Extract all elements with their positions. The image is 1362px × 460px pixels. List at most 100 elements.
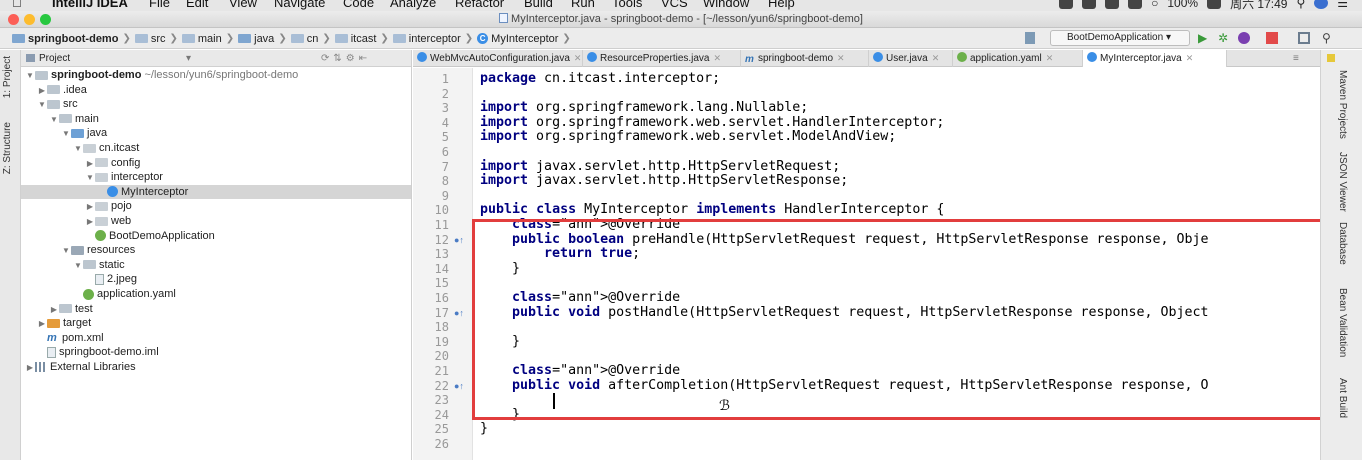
code-line[interactable]: } [480,407,520,423]
build-project-icon[interactable] [1025,32,1035,44]
tab-database[interactable]: Database [1337,222,1348,265]
code-line[interactable]: package cn.itcast.interceptor; [480,71,720,87]
menu-navigate[interactable]: Navigate [274,0,325,11]
code-line[interactable]: import org.springframework.web.servlet.M… [480,130,896,145]
tree-item[interactable]: BootDemoApplication [21,229,411,244]
close-tab-icon[interactable]: ✕ [837,53,845,63]
stop-icon[interactable] [1266,32,1278,44]
menu-edit[interactable]: Edit [186,0,208,11]
menu-build[interactable]: Build [524,0,553,11]
tree-item[interactable]: ▶ .idea [21,83,411,98]
menu-window[interactable]: Window [703,0,749,11]
close-tab-icon[interactable]: ✕ [574,53,582,63]
apple-icon[interactable]:  [12,0,22,11]
breadcrumb-project[interactable]: springboot-demo [28,33,118,45]
code-editor[interactable]: ℬ package cn.itcast.interceptor; import o… [474,68,1320,460]
code-line[interactable]: import javax.servlet.http.HttpServletRes… [480,173,848,189]
editor-tab[interactable]: WebMvcAutoConfiguration.java ✕ [413,50,583,67]
expanded-arrow-icon[interactable]: ▼ [73,142,83,157]
expanded-arrow-icon[interactable]: ▼ [37,98,47,113]
project-structure-icon[interactable] [1298,32,1310,44]
close-tab-icon[interactable]: ✕ [1046,53,1054,63]
menu-vcs[interactable]: VCS [661,0,688,11]
battery-percent[interactable]: 100% [1167,0,1198,10]
breadcrumb-src[interactable]: src [151,33,166,45]
run-icon[interactable]: ▶ [1198,32,1210,44]
tray-app-icon[interactable] [1105,0,1120,9]
collapsed-arrow-icon[interactable]: ▶ [49,303,59,318]
tree-item[interactable]: application.yaml [21,287,411,302]
expanded-arrow-icon[interactable]: ▼ [61,244,71,259]
menu-code[interactable]: Code [343,0,374,11]
code-line[interactable]: public boolean preHandle(HttpServletRequ… [480,232,1209,248]
expanded-arrow-icon[interactable]: ▼ [61,127,71,142]
tree-item[interactable]: ▶ test [21,302,411,317]
code-line[interactable]: public class MyInterceptor implements Ha… [480,203,944,218]
code-line[interactable]: } [480,334,520,350]
expanded-arrow-icon[interactable]: ▼ [25,69,35,84]
code-line[interactable]: class="ann">@Override [480,363,680,379]
code-line[interactable]: } [480,261,520,277]
tab-project[interactable]: 1: Project [2,56,13,98]
code-line[interactable]: public void postHandle(HttpServletReques… [480,305,1209,321]
siri-icon[interactable] [1314,0,1329,9]
menu-help[interactable]: Help [768,0,795,11]
breadcrumb-main[interactable]: main [198,33,222,45]
sync-icon[interactable]: ⟳ [321,53,333,64]
tree-item[interactable]: ▼ src [21,97,411,112]
tree-item[interactable]: springboot-demo.iml [21,345,411,360]
editor-tab[interactable]: application.yaml ✕ [953,50,1083,67]
menu-file[interactable]: File [149,0,170,11]
project-view-dropdown-icon[interactable]: ▾ [186,50,191,67]
hide-panel-icon[interactable]: ⇤ [359,53,371,64]
battery-icon[interactable] [1207,0,1222,9]
tab-json-viewer[interactable]: JSON Viewer [1337,152,1348,212]
collapse-all-icon[interactable]: ⇅ [333,53,345,64]
breadcrumb-interceptor[interactable]: interceptor [409,33,461,45]
tab-ant-build[interactable]: Ant Build [1337,378,1348,418]
editor-tab-active[interactable]: MyInterceptor.java ✕ [1083,50,1227,67]
tree-item[interactable]: ▶ pojo [21,199,411,214]
close-tab-icon[interactable]: ✕ [932,53,940,63]
tab-list-icon[interactable]: ≡ [1293,50,1299,67]
tree-item[interactable]: ▼ main [21,112,411,127]
breadcrumb-class[interactable]: MyInterceptor [491,33,558,45]
debug-icon[interactable]: ✲ [1218,32,1230,44]
run-configuration-select[interactable]: BootDemoApplication ▾ [1050,30,1190,46]
collapsed-arrow-icon[interactable]: ▶ [37,84,47,99]
tree-item[interactable]: ▼ cn.itcast [21,141,411,156]
code-line[interactable]: } [480,422,488,437]
tree-item[interactable]: ▶ External Libraries [21,360,411,375]
menu-tools[interactable]: Tools [612,0,642,11]
implements-method-icon[interactable]: ●↑ [454,306,464,321]
settings-gear-icon[interactable]: ⚙ [346,53,359,64]
tree-item[interactable]: ▼ static [21,258,411,273]
code-line[interactable]: import org.springframework.lang.Nullable… [480,100,808,116]
implements-method-icon[interactable]: ●↑ [454,379,464,394]
tree-item[interactable]: MyInterceptor [21,184,411,200]
tree-item[interactable]: m pom.xml [21,331,411,346]
editor-tab[interactable]: ResourceProperties.java ✕ [583,50,741,67]
breadcrumb-itcast[interactable]: itcast [351,33,377,45]
close-tab-icon[interactable]: ✕ [1186,53,1194,63]
collapsed-arrow-icon[interactable]: ▶ [25,361,35,376]
search-everywhere-icon[interactable]: ⚲ [1322,32,1334,44]
tab-maven-projects[interactable]: Maven Projects [1337,70,1348,139]
collapsed-arrow-icon[interactable]: ▶ [85,157,95,172]
code-line[interactable]: class="ann">@Override [480,217,680,233]
collapsed-arrow-icon[interactable]: ▶ [85,200,95,215]
implements-method-icon[interactable]: ●↑ [454,233,464,248]
tree-item[interactable]: ▶ web [21,214,411,229]
tree-item[interactable]: ▶ target [21,316,411,331]
tray-app-icon[interactable] [1082,0,1097,9]
tray-app-icon[interactable] [1059,0,1074,9]
code-line[interactable]: return true; [480,246,640,262]
menu-run[interactable]: Run [571,0,595,11]
tree-item[interactable]: ▶ config [21,156,411,171]
spotlight-icon[interactable]: ⚲ [1296,0,1305,10]
tree-item[interactable]: ▼ resources [21,243,411,258]
notification-center-icon[interactable]: ☰ [1337,0,1348,10]
close-tab-icon[interactable]: ✕ [714,53,722,63]
menu-analyze[interactable]: Analyze [390,0,436,11]
tray-app-icon[interactable] [1128,0,1143,9]
